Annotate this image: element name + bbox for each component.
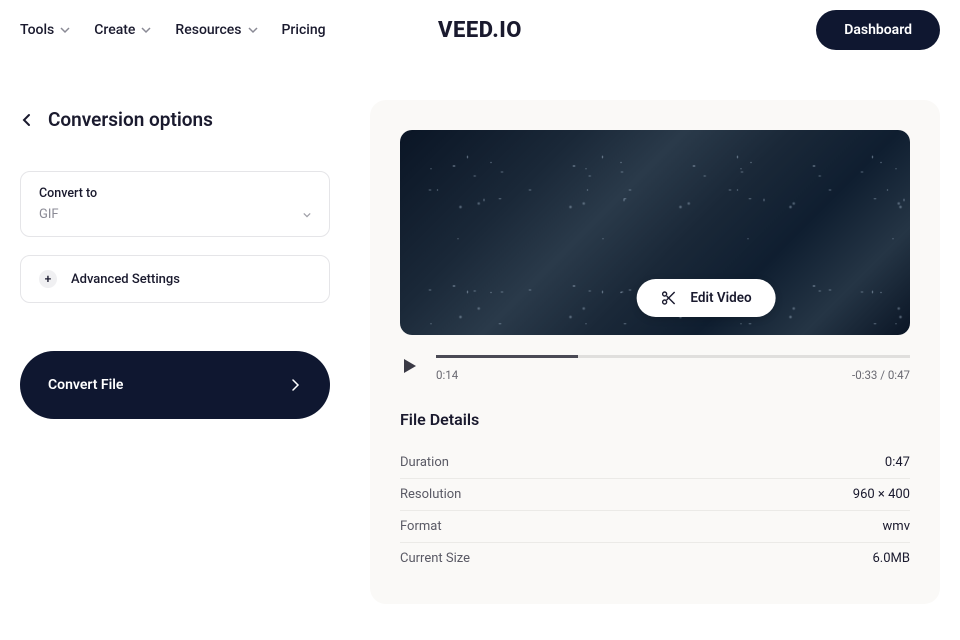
play-icon[interactable] bbox=[400, 357, 418, 375]
detail-label: Duration bbox=[400, 455, 449, 470]
nav-resources[interactable]: Resources bbox=[175, 22, 257, 38]
progress-area: 0:14 -0:33 / 0:47 bbox=[436, 355, 910, 382]
advanced-settings[interactable]: + Advanced Settings bbox=[20, 255, 330, 303]
convert-file-label: Convert File bbox=[48, 377, 123, 393]
arrow-right-icon bbox=[288, 378, 302, 392]
edit-video-button[interactable]: Edit Video bbox=[636, 279, 775, 317]
page-title: Conversion options bbox=[48, 108, 213, 131]
logo[interactable]: VEED.IO bbox=[438, 18, 522, 43]
nav-create[interactable]: Create bbox=[94, 22, 151, 38]
convert-to-label: Convert to bbox=[39, 186, 311, 201]
detail-row-duration: Duration 0:47 bbox=[400, 447, 910, 479]
file-details-title: File Details bbox=[400, 410, 910, 429]
detail-value: wmv bbox=[883, 519, 910, 534]
detail-label: Format bbox=[400, 519, 442, 534]
detail-label: Resolution bbox=[400, 487, 461, 502]
scissors-icon bbox=[660, 290, 676, 306]
convert-to-select[interactable]: Convert to GIF bbox=[20, 171, 330, 237]
main: Conversion options Convert to GIF + Adva… bbox=[0, 60, 960, 604]
page-title-row: Conversion options bbox=[20, 108, 330, 131]
chevron-down-icon bbox=[60, 25, 70, 35]
convert-file-button[interactable]: Convert File bbox=[20, 351, 330, 419]
nav-pricing-label: Pricing bbox=[282, 22, 326, 38]
time-row: 0:14 -0:33 / 0:47 bbox=[436, 368, 910, 382]
detail-label: Current Size bbox=[400, 551, 470, 566]
nav-tools[interactable]: Tools bbox=[20, 22, 70, 38]
detail-row-size: Current Size 6.0MB bbox=[400, 543, 910, 574]
left-panel: Conversion options Convert to GIF + Adva… bbox=[20, 60, 330, 604]
convert-to-value: GIF bbox=[39, 207, 59, 222]
right-panel: Edit Video 0:14 -0:33 / 0:47 File Detail… bbox=[370, 100, 940, 604]
detail-value: 0:47 bbox=[885, 455, 910, 470]
remaining-total-time: -0:33 / 0:47 bbox=[852, 368, 910, 382]
chevron-down-icon bbox=[248, 25, 258, 35]
chevron-down-icon bbox=[141, 25, 151, 35]
nav-left: Tools Create Resources Pricing bbox=[20, 22, 326, 38]
edit-video-label: Edit Video bbox=[690, 290, 751, 306]
detail-row-format: Format wmv bbox=[400, 511, 910, 543]
detail-value: 960 × 400 bbox=[853, 487, 910, 502]
detail-value: 6.0MB bbox=[873, 551, 911, 566]
nav-tools-label: Tools bbox=[20, 22, 54, 38]
back-icon[interactable] bbox=[20, 113, 34, 127]
nav-create-label: Create bbox=[94, 22, 135, 38]
plus-icon: + bbox=[39, 270, 57, 288]
detail-row-resolution: Resolution 960 × 400 bbox=[400, 479, 910, 511]
dashboard-button[interactable]: Dashboard bbox=[816, 10, 940, 50]
select-row: GIF bbox=[39, 207, 311, 222]
file-details-list: Duration 0:47 Resolution 960 × 400 Forma… bbox=[400, 447, 910, 574]
video-preview: Edit Video bbox=[400, 130, 910, 335]
nav-resources-label: Resources bbox=[175, 22, 241, 38]
chevron-down-icon bbox=[303, 211, 311, 219]
progress-track[interactable] bbox=[436, 355, 910, 358]
header: Tools Create Resources Pricing VEED.IO D… bbox=[0, 0, 960, 60]
player-row: 0:14 -0:33 / 0:47 bbox=[400, 355, 910, 382]
nav-pricing[interactable]: Pricing bbox=[282, 22, 326, 38]
progress-fill bbox=[436, 355, 578, 358]
advanced-settings-label: Advanced Settings bbox=[71, 272, 180, 287]
current-time: 0:14 bbox=[436, 368, 458, 382]
